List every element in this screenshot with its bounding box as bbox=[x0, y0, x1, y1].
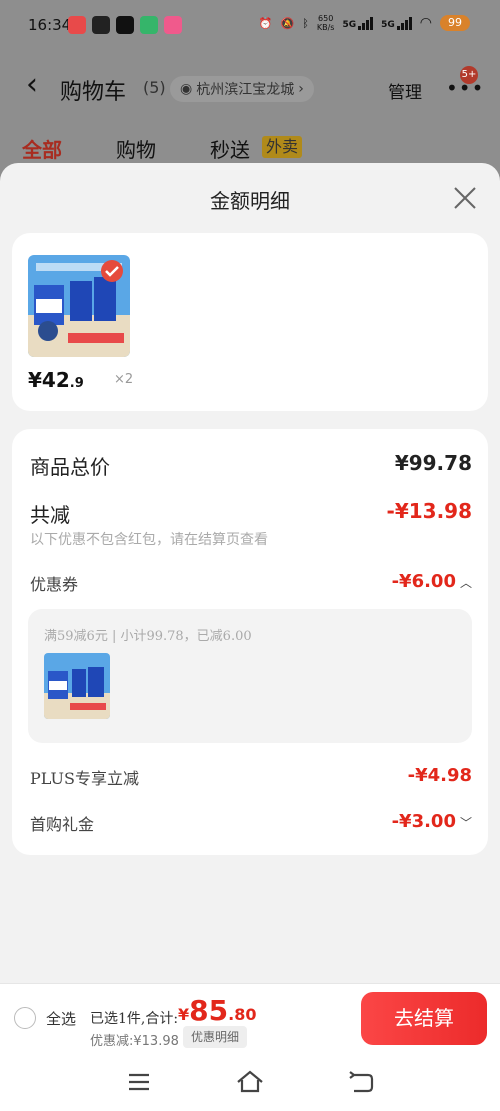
cart-title: 购物车 bbox=[60, 80, 127, 105]
checkout-bar: 全选 已选1件,合计: ¥85.80 优惠减:¥13.98 优惠明细 去结算 bbox=[0, 983, 500, 1053]
chevron-down-icon[interactable]: ﹀ bbox=[460, 814, 472, 831]
product-quantity: ×2 bbox=[114, 372, 134, 387]
app-icon bbox=[68, 16, 86, 34]
cart-count: (5) bbox=[143, 78, 166, 97]
total-value: ¥99.78 bbox=[394, 451, 472, 475]
signal-icon bbox=[358, 16, 374, 30]
product-image[interactable] bbox=[28, 255, 130, 357]
net-type-label: 5G bbox=[381, 20, 395, 30]
cart-header: ‹ 购物车 (5) ◉ 杭州滨江宝龙城 › 管理 ••• 5+ bbox=[0, 52, 500, 122]
coupon-label: 优惠券 bbox=[30, 575, 79, 594]
net-speed: 650 KB/s bbox=[317, 14, 335, 32]
selected-info: 已选1件,合计: bbox=[90, 1011, 179, 1027]
gift-value: -¥3.00 bbox=[391, 811, 456, 832]
reduce-label: 共减 bbox=[30, 503, 70, 527]
status-time: 16:34 bbox=[28, 16, 72, 34]
mute-icon: 🔕 bbox=[280, 16, 295, 30]
discount-summary: 优惠减:¥13.98 bbox=[90, 1034, 179, 1049]
net-speed-value: 650 bbox=[318, 14, 334, 23]
app-icon bbox=[164, 16, 182, 34]
sheet-title: 金额明细 bbox=[210, 189, 290, 213]
net-speed-unit: KB/s bbox=[316, 23, 335, 32]
app-icon bbox=[92, 16, 110, 34]
checkout-button[interactable]: 去结算 bbox=[361, 992, 487, 1045]
back-icon[interactable] bbox=[346, 1067, 376, 1097]
coupon-value: -¥6.00 bbox=[391, 571, 456, 592]
gift-row[interactable]: 首购礼金 -¥3.00 ﹀ bbox=[30, 811, 472, 835]
close-icon[interactable] bbox=[452, 185, 478, 211]
signal-5g-1: 5G bbox=[342, 16, 374, 30]
total-decimal: .80 bbox=[228, 1005, 257, 1024]
total-yen: ¥ bbox=[178, 1005, 190, 1024]
select-all-radio[interactable] bbox=[14, 1007, 36, 1029]
system-nav-bar bbox=[0, 1053, 500, 1111]
chevron-up-icon[interactable]: ︿ bbox=[460, 574, 472, 591]
battery-icon: 99 bbox=[440, 15, 470, 31]
wifi-icon: ◠ bbox=[419, 15, 432, 31]
status-bar: 16:34 ⏰ 🔕 ᛒ 650 KB/s 5G 5G ◠ 99 bbox=[0, 0, 500, 52]
price-decimal: .9 bbox=[69, 376, 84, 391]
waimai-badge: 外卖 bbox=[262, 136, 303, 158]
location-selector[interactable]: ◉ 杭州滨江宝龙城 › bbox=[170, 76, 314, 102]
tiktok-icon bbox=[116, 16, 134, 34]
home-icon[interactable] bbox=[235, 1067, 265, 1097]
total-price: ¥85.80 bbox=[178, 994, 256, 1027]
reduce-row: 共减 -¥13.98 以下优惠不包含红包，请在结算页查看 bbox=[30, 499, 472, 551]
product-price: ¥42.9 bbox=[28, 368, 84, 392]
plus-row: PLUS专享立减 -¥4.98 bbox=[30, 765, 472, 789]
coupon-text: 满59减6元 | 小计99.78，已减6.00 bbox=[44, 629, 252, 644]
reduce-value: -¥13.98 bbox=[386, 499, 472, 523]
signal-icon bbox=[396, 16, 412, 30]
status-app-icons bbox=[68, 16, 182, 34]
gift-label: 首购礼金 bbox=[30, 815, 95, 834]
location-label: 杭州滨江宝龙城 bbox=[196, 82, 295, 98]
manage-button[interactable]: 管理 bbox=[388, 78, 422, 103]
total-int: 85 bbox=[189, 994, 229, 1027]
menu-icon[interactable] bbox=[124, 1067, 154, 1097]
product-card: ¥42.9 ×2 bbox=[12, 233, 488, 411]
reduce-note: 以下优惠不包含红包，请在结算页查看 bbox=[30, 532, 268, 548]
plus-label: PLUS专享立减 bbox=[30, 769, 139, 788]
tab-shopping[interactable]: 购物 bbox=[116, 134, 156, 163]
chevron-right-icon: › bbox=[298, 81, 304, 97]
plus-value: -¥4.98 bbox=[407, 765, 472, 786]
bluetooth-icon: ᛒ bbox=[302, 16, 309, 30]
status-indicators: ⏰ 🔕 ᛒ 650 KB/s 5G 5G ◠ 99 bbox=[259, 14, 470, 32]
select-all-label[interactable]: 全选 bbox=[46, 1008, 76, 1029]
discount-detail-button[interactable]: 优惠明细 bbox=[183, 1026, 248, 1048]
chevron-left-icon[interactable]: ‹ bbox=[26, 70, 38, 100]
net-type-label: 5G bbox=[342, 20, 357, 30]
cart-tabs: 全部 购物 秒送 外卖 bbox=[0, 130, 500, 164]
tab-all[interactable]: 全部 bbox=[22, 134, 62, 163]
coupon-row[interactable]: 优惠券 -¥6.00 ︿ bbox=[30, 571, 472, 595]
gift-value-wrap: -¥3.00 ﹀ bbox=[392, 811, 472, 832]
coupon-detail-box: 满59减6元 | 小计99.78，已减6.00 bbox=[28, 609, 472, 743]
price-detail-card: 商品总价 ¥99.78 共减 -¥13.98 以下优惠不包含红包，请在结算页查看… bbox=[12, 429, 488, 855]
coupon-product-image bbox=[44, 653, 110, 719]
signal-5g-2: 5G bbox=[381, 16, 412, 30]
app-icon bbox=[140, 16, 158, 34]
total-row: 商品总价 ¥99.78 bbox=[30, 451, 472, 479]
notification-badge: 5+ bbox=[460, 66, 478, 84]
price-main: ¥42 bbox=[28, 368, 70, 392]
tab-miaosong[interactable]: 秒送 bbox=[210, 134, 250, 163]
eye-icon: ◉ bbox=[180, 81, 193, 97]
coupon-value-wrap: -¥6.00 ︿ bbox=[392, 571, 472, 592]
amount-detail-sheet: 金额明细 ¥42.9 ×2 商品总价 ¥99.78 共减 -¥13.98 以下优… bbox=[0, 163, 500, 983]
total-label: 商品总价 bbox=[30, 455, 110, 479]
alarm-icon: ⏰ bbox=[258, 16, 273, 30]
